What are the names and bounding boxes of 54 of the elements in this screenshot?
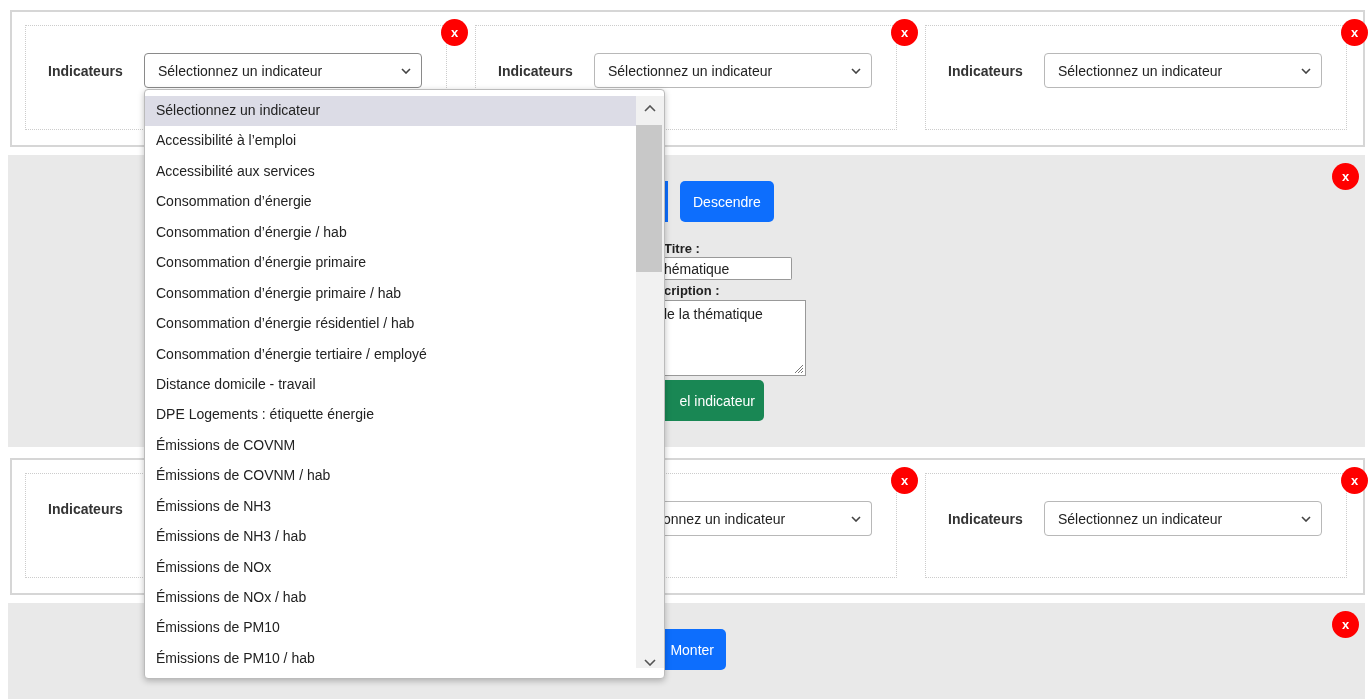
close-button[interactable]: x xyxy=(1341,467,1368,494)
dropdown-option[interactable]: Consommation d’énergie résidentiel / hab xyxy=(145,309,636,340)
dropdown-option[interactable]: Consommation d’énergie primaire / hab xyxy=(145,278,636,310)
close-button[interactable]: x xyxy=(441,19,468,46)
dropdown-option[interactable]: Émissions de NOx xyxy=(145,552,636,583)
close-button[interactable]: x xyxy=(1332,163,1359,190)
indicator-label: Indicateurs xyxy=(48,62,124,79)
indicator-select[interactable]: Sélectionnez un indicateur xyxy=(594,53,872,88)
close-button[interactable]: x xyxy=(891,19,918,46)
indicator-label: Indicateurs xyxy=(48,501,124,517)
description-label: cription : xyxy=(664,284,720,298)
scrollbar[interactable] xyxy=(636,96,664,668)
scrollbar-thumb[interactable] xyxy=(636,125,662,272)
scroll-down-icon[interactable] xyxy=(644,659,656,666)
dropdown-option[interactable]: Consommation d’énergie / hab xyxy=(145,217,636,249)
dropdown-option[interactable]: Consommation d’énergie tertiaire / employé xyxy=(145,339,636,370)
indicator-select[interactable]: Sélectionnez un indicateur xyxy=(1044,501,1322,536)
dropdown-option[interactable]: Émissions de PM10 xyxy=(145,613,636,644)
title-field[interactable]: hématique xyxy=(664,257,792,280)
dropdown-option[interactable]: Émissions de COVNM xyxy=(145,430,636,462)
resize-grip-icon[interactable] xyxy=(792,362,804,374)
indicator-select[interactable]: Sélectionnez un indicateur xyxy=(1044,53,1322,88)
chevron-down-icon xyxy=(1301,515,1311,522)
dropdown-option[interactable]: Accessibilité à l’emploi xyxy=(145,126,636,157)
description-field[interactable]: le la thématique xyxy=(664,300,806,376)
move-button[interactable]: Descendre xyxy=(680,181,774,222)
title-label: Titre : xyxy=(664,242,700,256)
chevron-down-icon xyxy=(851,515,861,522)
move-button[interactable]: Monter xyxy=(664,629,726,670)
dropdown-option[interactable]: Émissions de NOx / hab xyxy=(145,583,636,614)
dropdown-option[interactable]: Accessibilité aux services xyxy=(145,156,636,188)
dropdown-option[interactable]: Consommation d’énergie xyxy=(145,187,636,218)
dropdown-option[interactable]: Émissions de NH3 xyxy=(145,491,636,523)
close-button[interactable]: x xyxy=(1332,611,1359,638)
scroll-up-icon[interactable] xyxy=(644,105,656,112)
chevron-down-icon xyxy=(851,67,861,74)
dropdown-option[interactable]: Émissions de NH3 / hab xyxy=(145,522,636,553)
close-button[interactable]: x xyxy=(1341,19,1368,46)
dropdown-option[interactable]: Émissions de COVNM / hab xyxy=(145,461,636,492)
indicator-label: Indicateurs xyxy=(498,62,574,79)
dropdown-option[interactable]: Consommation d’énergie primaire xyxy=(145,248,636,279)
dropdown-option[interactable]: DPE Logements : étiquette énergie xyxy=(145,400,636,431)
indicator-select[interactable]: onnez un indicateur xyxy=(663,501,872,536)
chevron-down-icon xyxy=(401,67,411,74)
indicator-label: Indicateurs xyxy=(948,510,1024,527)
chevron-down-icon xyxy=(1301,67,1311,74)
add-indicator-button[interactable]: el indicateur xyxy=(664,380,764,421)
dropdown-option[interactable]: Sélectionnez un indicateur xyxy=(145,96,636,127)
button-edge[interactable] xyxy=(664,181,668,222)
indicator-label: Indicateurs xyxy=(948,62,1024,79)
indicator-select[interactable]: Sélectionnez un indicateur xyxy=(144,53,422,88)
dropdown-option[interactable]: Distance domicile - travail xyxy=(145,369,636,401)
dropdown-option[interactable]: Émissions de PM10 / hab xyxy=(145,643,636,675)
close-button[interactable]: x xyxy=(891,467,918,494)
